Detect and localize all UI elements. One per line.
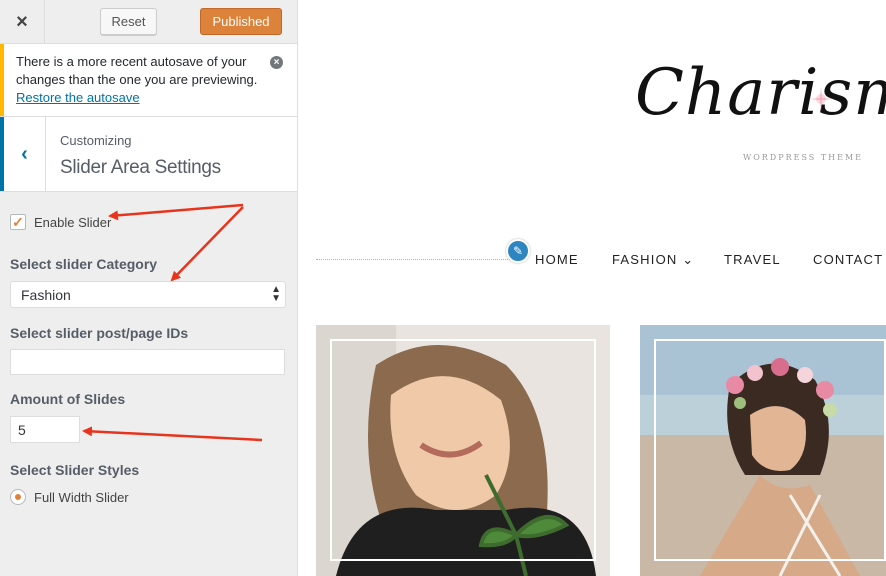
back-icon[interactable]: ‹ <box>0 117 46 191</box>
notice-text: There is a more recent autosave of your … <box>16 54 258 87</box>
nav-fashion[interactable]: FASHION ⌄ <box>612 252 694 268</box>
autosave-notice: There is a more recent autosave of your … <box>0 44 297 116</box>
slider-image[interactable] <box>640 325 886 576</box>
slider-image[interactable] <box>316 325 610 576</box>
checkmark-icon: ✓ <box>12 213 24 230</box>
section-header: ‹ Customizing Slider Area Settings <box>0 116 297 192</box>
amount-label: Amount of Slides <box>10 391 126 407</box>
nav-travel[interactable]: TRAVEL <box>724 252 781 267</box>
sparkle-icon <box>809 87 833 111</box>
nav-home[interactable]: HOME <box>535 252 579 267</box>
nav-divider <box>316 259 516 260</box>
edit-pencil-icon[interactable]: ✎ <box>506 239 530 263</box>
enable-slider-checkbox[interactable]: ✓ <box>10 214 26 230</box>
category-label: Select slider Category <box>10 256 158 272</box>
slide-frame <box>330 339 596 561</box>
close-icon[interactable]: × <box>0 0 45 44</box>
site-logo[interactable]: Charism <box>635 56 886 130</box>
category-value: Fashion <box>21 287 71 303</box>
category-select[interactable]: Fashion ▲ ▼ <box>10 281 286 308</box>
site-preview: Charism WORDPRESS THEME ✎ HOME FASHION ⌄… <box>299 0 886 576</box>
enable-slider-control[interactable]: ✓ Enable Slider <box>10 214 111 230</box>
customizing-label: Customizing <box>60 133 132 148</box>
radio-dot <box>15 494 21 500</box>
full-width-label: Full Width Slider <box>34 489 129 505</box>
post-ids-label: Select slider post/page IDs <box>10 325 189 341</box>
slider-styles-label: Select Slider Styles <box>10 462 140 478</box>
full-width-radio[interactable] <box>10 489 26 505</box>
customizer-sidebar: × Reset Published There is a more recent… <box>0 0 298 576</box>
publish-button[interactable]: Published <box>200 8 282 35</box>
amount-input[interactable]: 5 <box>10 416 80 443</box>
nav-contact[interactable]: CONTACT <box>813 252 883 267</box>
section-title: Slider Area Settings <box>60 157 221 178</box>
dismiss-icon[interactable]: × <box>270 56 283 69</box>
select-arrows-icon: ▲ ▼ <box>271 284 281 304</box>
slide-frame <box>654 339 886 561</box>
full-width-option[interactable]: Full Width Slider <box>10 489 129 505</box>
enable-slider-label: Enable Slider <box>34 214 112 230</box>
post-ids-input[interactable] <box>10 349 285 375</box>
restore-autosave-link[interactable]: Restore the autosave <box>16 90 140 105</box>
reset-button[interactable]: Reset <box>100 8 157 35</box>
logo-subtitle: WORDPRESS THEME <box>743 153 864 162</box>
customizer-topbar: × Reset Published <box>0 0 297 44</box>
